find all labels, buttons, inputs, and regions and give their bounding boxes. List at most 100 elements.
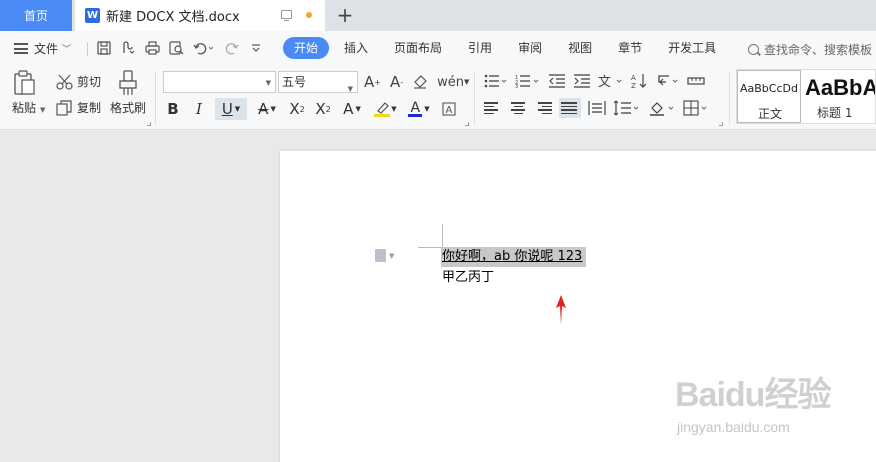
grow-font-icon[interactable]: A +	[364, 73, 381, 91]
command-search[interactable]: 查找命令、搜索模板	[748, 41, 872, 58]
text-effect-icon[interactable]: A ▼	[339, 98, 365, 120]
separator	[474, 72, 475, 124]
file-menu-label: 文件	[34, 42, 59, 56]
copy-button[interactable]: 复制	[56, 99, 101, 116]
separator	[87, 42, 88, 56]
style-heading-1-name: 标题 1	[817, 106, 853, 120]
search-placeholder: 查找命令、搜索模板	[764, 43, 873, 57]
tab-sections[interactable]: 章节	[607, 37, 653, 59]
italic-icon[interactable]: I	[189, 98, 209, 120]
paragraph-group-launcher[interactable]	[719, 122, 723, 126]
file-menu[interactable]: 文件 ﹀	[14, 40, 71, 57]
highlight-color-icon[interactable]: ▼	[371, 98, 399, 120]
document-tab-title: 新建 DOCX 文档.docx	[106, 10, 240, 25]
superscript-icon[interactable]: X2	[287, 98, 307, 120]
tab-developer[interactable]: 开发工具	[657, 37, 727, 59]
numbering-icon[interactable]: 123	[515, 71, 541, 91]
paste-dropdown-icon[interactable]: ▼	[40, 106, 45, 114]
align-left-icon[interactable]	[484, 98, 502, 118]
distributed-align-icon[interactable]	[588, 98, 606, 118]
phonetic-guide-icon[interactable]: wén ▼	[437, 75, 469, 90]
print-preview-icon[interactable]	[168, 40, 184, 56]
style-normal-name: 正文	[758, 107, 783, 121]
shrink-font-icon[interactable]: A-	[390, 73, 403, 91]
save-icon[interactable]	[96, 40, 112, 56]
show-marks-icon[interactable]	[656, 71, 680, 91]
clear-format-icon[interactable]	[412, 74, 428, 90]
underline-icon[interactable]: U ▼	[215, 98, 247, 120]
document-page[interactable]: ▼ 你好啊，ab 你说呢 123 甲乙丙丁	[280, 151, 876, 462]
clipboard-icon	[14, 70, 35, 95]
selected-text-line[interactable]: 你好啊，ab 你说呢 123	[441, 247, 587, 267]
customize-toolbar-icon[interactable]	[248, 40, 264, 56]
ruler-icon[interactable]	[687, 71, 705, 91]
styles-gallery: AaBbCcDd 正文 AaBbA 标题 1	[736, 69, 876, 124]
character-border-icon[interactable]: A	[439, 98, 459, 120]
brush-icon	[119, 70, 137, 95]
align-center-icon[interactable]	[509, 98, 527, 118]
font-tools-row: A + A- wén ▼	[364, 73, 469, 91]
print-icon[interactable]	[144, 40, 160, 56]
red-arrow-annotation	[556, 295, 566, 325]
sort-icon[interactable]: AZ	[631, 71, 649, 91]
home-tab[interactable]: 首页	[0, 0, 72, 31]
document-icon	[375, 249, 386, 262]
copy-label: 复制	[77, 101, 102, 115]
menu-bar: 文件 ﹀ 开始 插入 页面布局 引用 审阅 视图 章节 开发工具 查找命令、搜索…	[0, 31, 876, 66]
scissors-icon	[56, 74, 73, 90]
style-heading-1-preview: AaBbA	[805, 75, 876, 100]
text-line[interactable]: 甲乙丙丁	[442, 268, 494, 288]
paste-button[interactable]: 粘贴	[12, 70, 36, 116]
document-tab[interactable]: W 新建 DOCX 文档.docx	[75, 0, 325, 31]
ribbon-tabs: 开始 插入 页面布局 引用 审阅 视图 章节 开发工具	[283, 37, 731, 59]
align-right-icon[interactable]	[534, 98, 552, 118]
increase-indent-icon[interactable]	[573, 71, 591, 91]
font-format-row: B I U ▼ A ▼ X2 X2 A ▼ ▼ A ▼ A	[163, 98, 459, 120]
strikethrough-icon[interactable]: A ▼	[253, 98, 281, 120]
tab-references[interactable]: 引用	[457, 37, 503, 59]
output-icon[interactable]	[120, 40, 136, 56]
clipboard-group-launcher[interactable]	[147, 122, 151, 126]
font-group-launcher[interactable]	[465, 122, 469, 126]
subscript-icon[interactable]: X2	[313, 98, 333, 120]
tab-view[interactable]: 视图	[557, 37, 603, 59]
svg-text:A: A	[446, 105, 453, 116]
cut-label: 剪切	[77, 75, 102, 89]
style-normal-preview: AaBbCcDd	[740, 82, 798, 95]
chinese-layout-icon[interactable]: 文	[598, 71, 624, 91]
format-painter-label: 格式刷	[110, 101, 147, 115]
tab-review[interactable]: 审阅	[507, 37, 553, 59]
justify-icon[interactable]	[559, 98, 581, 118]
font-size-select[interactable]: 五号 ▼	[278, 71, 358, 93]
bullets-icon[interactable]	[484, 71, 508, 91]
search-icon	[748, 44, 759, 55]
paragraph-handle[interactable]: ▼	[375, 249, 394, 262]
font-color-icon[interactable]: A ▼	[405, 98, 433, 120]
tab-home[interactable]: 开始	[283, 37, 330, 59]
redo-icon[interactable]	[224, 40, 240, 56]
bold-icon[interactable]: B	[163, 98, 183, 120]
dropdown-arrow-icon: ▼	[389, 251, 395, 260]
format-painter-button[interactable]: 格式刷	[110, 70, 146, 116]
svg-text:文: 文	[598, 75, 611, 88]
hamburger-icon	[14, 43, 28, 54]
new-tab-button[interactable]: +	[334, 3, 356, 27]
tab-insert[interactable]: 插入	[333, 37, 379, 59]
separator	[729, 72, 730, 124]
paragraph-row-1: 123 文 AZ	[484, 71, 705, 91]
decrease-indent-icon[interactable]	[548, 71, 566, 91]
line-spacing-icon[interactable]	[613, 98, 641, 118]
borders-icon[interactable]	[683, 98, 711, 118]
font-name-select[interactable]: ▼	[163, 71, 276, 93]
shading-icon[interactable]	[648, 98, 676, 118]
copy-icon	[56, 99, 72, 116]
paste-label: 粘贴	[12, 101, 37, 115]
paragraph-row-2	[484, 98, 711, 118]
style-normal[interactable]: AaBbCcDd 正文	[737, 70, 801, 123]
undo-icon[interactable]	[192, 40, 216, 56]
tab-page-layout[interactable]: 页面布局	[383, 37, 453, 59]
monitor-icon[interactable]	[281, 10, 292, 21]
quick-access-toolbar	[96, 40, 264, 56]
cut-button[interactable]: 剪切	[56, 73, 101, 90]
svg-text:A: A	[631, 74, 636, 82]
